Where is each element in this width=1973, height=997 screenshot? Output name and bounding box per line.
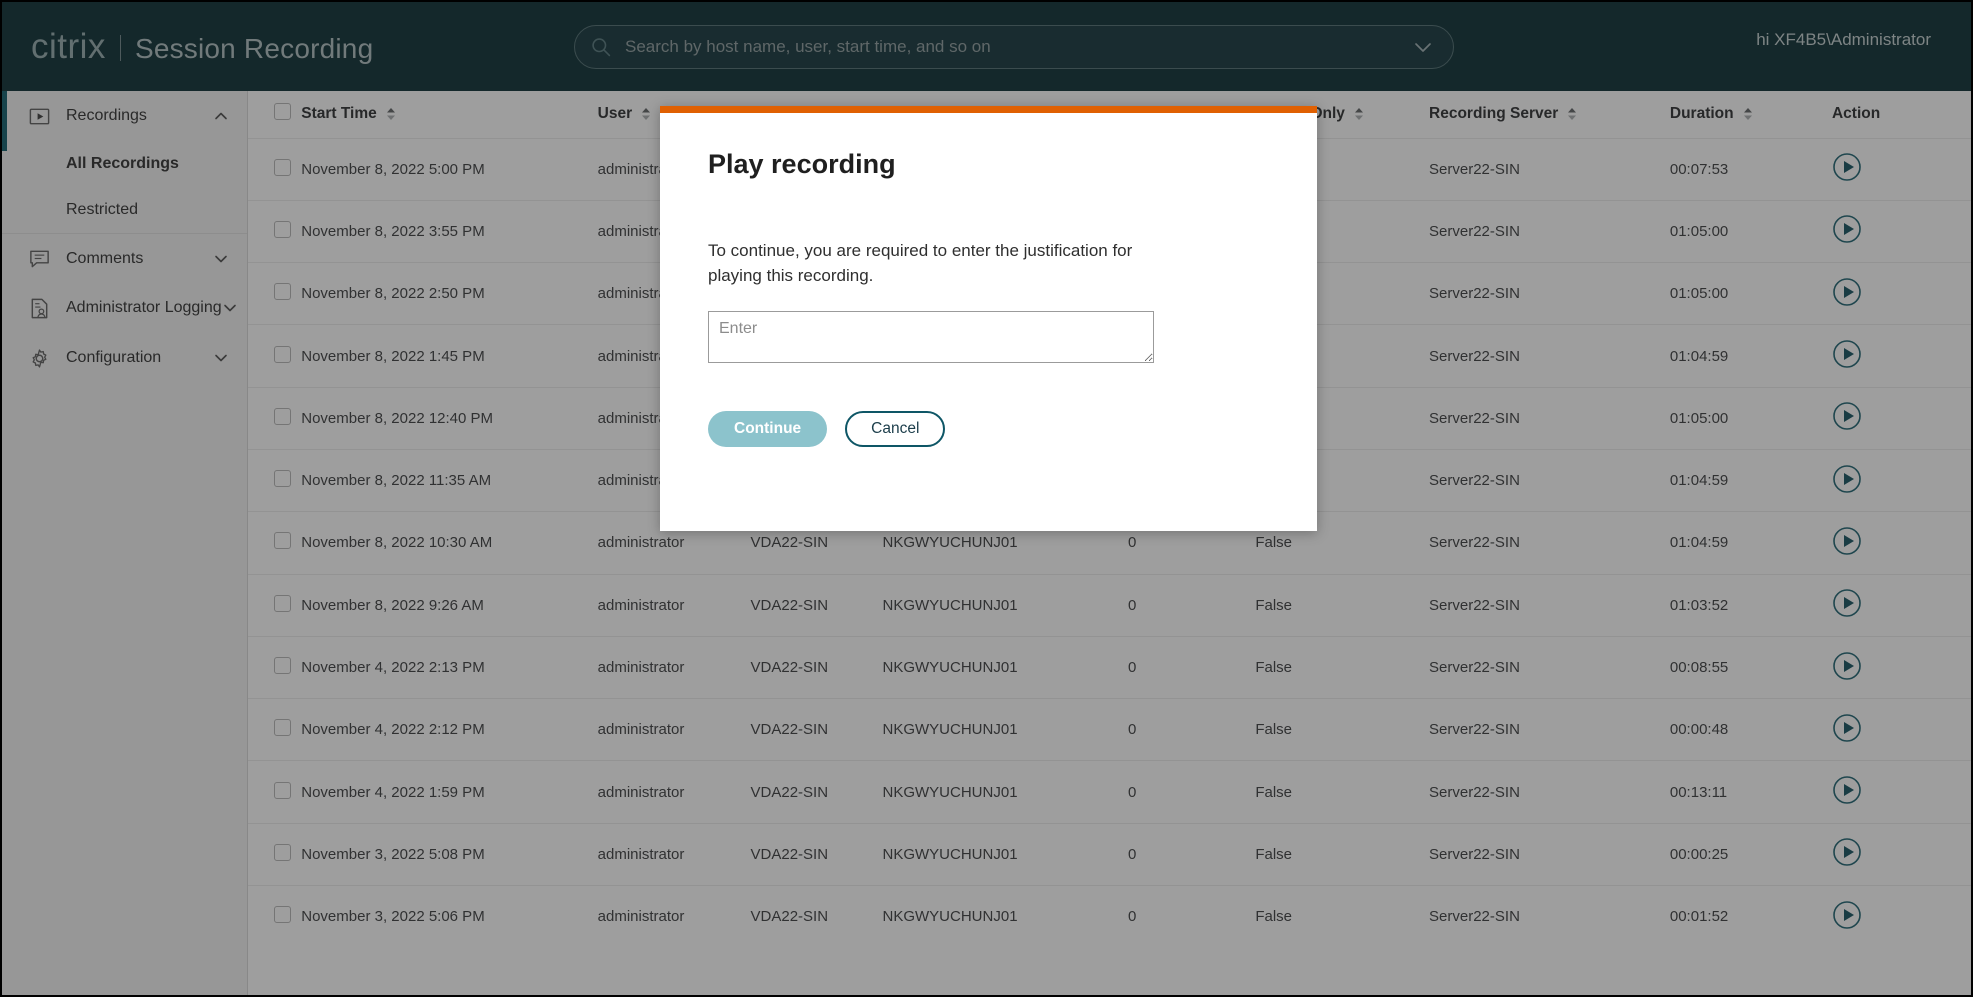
cancel-button[interactable]: Cancel: [845, 411, 946, 448]
dialog-title: Play recording: [708, 149, 896, 179]
continue-button[interactable]: Continue: [708, 411, 828, 448]
dialog-actions: Continue Cancel: [708, 411, 1269, 448]
play-recording-dialog: Play recording To continue, you are requ…: [660, 106, 1317, 531]
session-recording-app: citrix Session Recording Search by host …: [0, 0, 1973, 997]
dialog-message: To continue, you are required to enter t…: [708, 241, 1133, 286]
justification-input[interactable]: [708, 311, 1154, 364]
